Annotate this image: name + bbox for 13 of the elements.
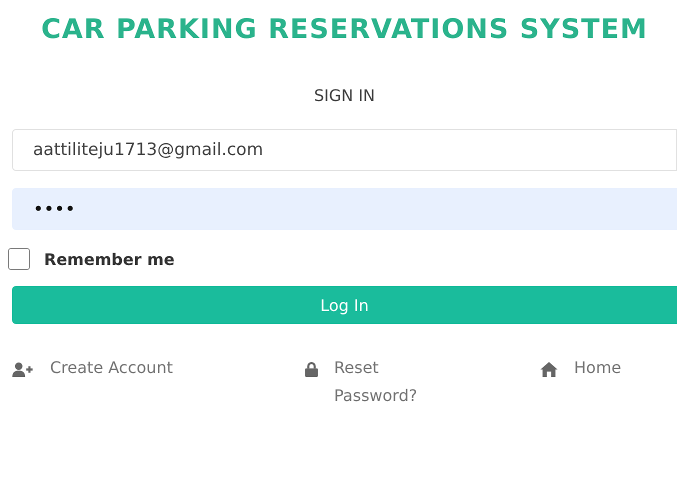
remember-checkbox[interactable] bbox=[8, 248, 30, 270]
remember-label: Remember me bbox=[44, 250, 175, 268]
create-account-link[interactable]: Create Account bbox=[50, 354, 173, 382]
page-title: CAR PARKING RESERVATIONS SYSTEM bbox=[40, 13, 649, 47]
reset-password-link[interactable]: Reset Password? bbox=[334, 354, 444, 410]
login-button[interactable]: Log In bbox=[12, 286, 677, 324]
sign-in-heading: SIGN IN bbox=[312, 86, 376, 105]
lock-icon bbox=[305, 362, 318, 377]
email-field[interactable]: aattiliteju1713@gmail.com bbox=[12, 129, 677, 171]
home-icon bbox=[540, 362, 558, 377]
home-link[interactable]: Home bbox=[574, 354, 622, 382]
password-field[interactable]: •••• bbox=[12, 188, 677, 230]
add-user-icon bbox=[12, 362, 34, 377]
